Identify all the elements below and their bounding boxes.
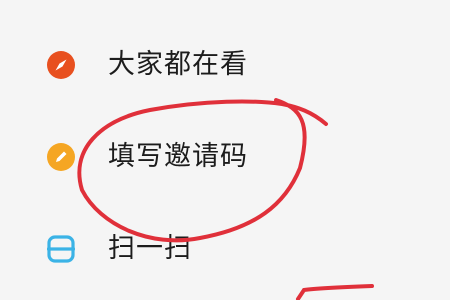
- menu-item-label: 大家都在看: [108, 49, 248, 80]
- menu-item-trending[interactable]: 大家都在看: [0, 35, 450, 95]
- scan-icon: [47, 235, 75, 263]
- settings-menu: 大家都在看 填写邀请码 扫一扫: [0, 0, 450, 300]
- compass-icon: [47, 51, 75, 79]
- pencil-icon: [47, 143, 75, 171]
- menu-item-scan[interactable]: 扫一扫: [0, 220, 450, 280]
- menu-item-label: 扫一扫: [108, 233, 192, 264]
- menu-item-invite-code[interactable]: 填写邀请码: [0, 128, 450, 188]
- menu-item-label: 填写邀请码: [108, 141, 248, 172]
